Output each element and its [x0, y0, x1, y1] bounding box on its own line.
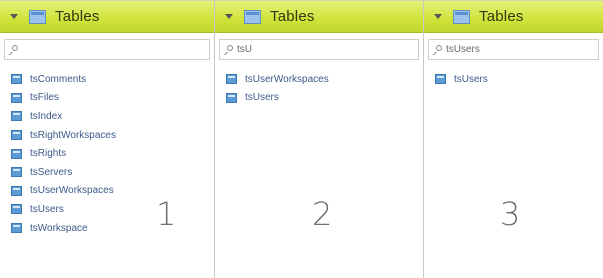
list-item-label: tsFiles — [30, 92, 59, 104]
table-icon — [11, 185, 22, 196]
panels-container: Tables tsComments tsFiles tsIndex tsRigh… — [0, 0, 603, 278]
table-list: tsComments tsFiles tsIndex tsRightWorksp… — [0, 70, 214, 237]
caret-down-icon[interactable] — [225, 14, 233, 19]
table-icon — [453, 9, 470, 24]
table-icon — [226, 92, 237, 103]
panel-title: Tables — [479, 8, 524, 25]
table-icon — [11, 204, 22, 215]
caret-down-icon[interactable] — [434, 14, 442, 19]
caret-down-icon[interactable] — [10, 14, 18, 19]
search-icon — [223, 44, 233, 55]
table-list: tsUserWorkspaces tsUsers — [215, 70, 423, 107]
list-item[interactable]: tsWorkspace — [11, 219, 214, 238]
table-icon — [11, 223, 22, 234]
list-item-label: tsUsers — [30, 203, 64, 215]
list-item[interactable]: tsUsers — [226, 89, 423, 108]
table-icon — [435, 74, 446, 85]
table-icon — [244, 9, 261, 24]
panel-header[interactable]: Tables — [215, 1, 423, 33]
table-list: tsUsers — [424, 70, 603, 89]
panel-header[interactable]: Tables — [0, 1, 214, 33]
tables-panel-1: Tables tsComments tsFiles tsIndex tsRigh… — [0, 1, 215, 278]
list-item[interactable]: tsIndex — [11, 107, 214, 126]
panel-header[interactable]: Tables — [424, 1, 603, 33]
list-item[interactable]: tsFiles — [11, 89, 214, 108]
panel-number: 1 — [156, 195, 177, 233]
list-item-label: tsRightWorkspaces — [30, 129, 116, 141]
table-icon — [11, 167, 22, 178]
panel-title: Tables — [55, 8, 100, 25]
list-item-label: tsComments — [30, 73, 87, 85]
table-icon — [11, 111, 22, 122]
list-item-label: tsRights — [30, 148, 67, 160]
list-item-label: tsServers — [30, 166, 73, 178]
search-query[interactable]: tsU — [237, 44, 252, 55]
table-icon — [11, 148, 22, 159]
search-icon — [432, 44, 442, 55]
search-icon — [8, 44, 18, 55]
table-icon — [226, 74, 237, 85]
search-input[interactable]: tsUsers — [428, 39, 599, 60]
list-item-label: tsUsers — [245, 92, 279, 104]
search-input[interactable]: tsU — [219, 39, 419, 60]
list-item-label: tsIndex — [30, 110, 63, 122]
list-item[interactable]: tsUserWorkspaces — [226, 70, 423, 89]
list-item[interactable]: tsComments — [11, 70, 214, 89]
table-icon — [11, 92, 22, 103]
table-icon — [11, 74, 22, 85]
list-item-label: tsUserWorkspaces — [30, 185, 114, 197]
panel-title: Tables — [270, 8, 315, 25]
table-icon — [29, 9, 46, 24]
list-item-label: tsUserWorkspaces — [245, 73, 329, 85]
search-query[interactable]: tsUsers — [446, 44, 480, 55]
list-item[interactable]: tsUsers — [435, 70, 603, 89]
list-item[interactable]: tsUsers — [11, 200, 214, 219]
list-item[interactable]: tsServers — [11, 163, 214, 182]
list-item[interactable]: tsRights — [11, 144, 214, 163]
tables-panel-2: Tables tsU tsUserWorkspaces tsUsers 2 — [215, 1, 424, 278]
list-item-label: tsUsers — [454, 73, 488, 85]
tables-panel-3: Tables tsUsers tsUsers 3 — [424, 1, 603, 278]
table-icon — [11, 130, 22, 141]
search-input[interactable] — [4, 39, 210, 60]
list-item[interactable]: tsUserWorkspaces — [11, 182, 214, 201]
list-item[interactable]: tsRightWorkspaces — [11, 126, 214, 145]
panel-number: 3 — [500, 195, 521, 233]
list-item-label: tsWorkspace — [30, 222, 88, 234]
panel-number: 2 — [312, 195, 333, 233]
